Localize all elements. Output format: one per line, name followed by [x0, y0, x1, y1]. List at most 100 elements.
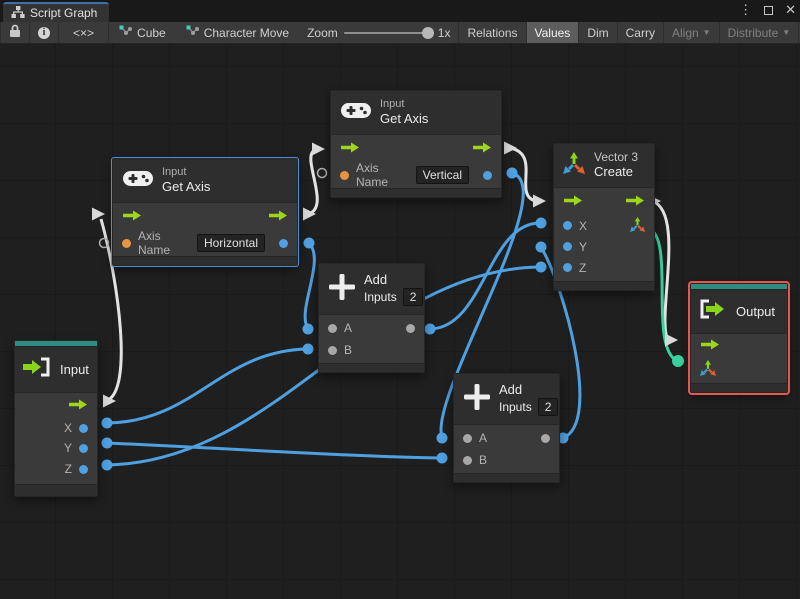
plus-icon: [329, 273, 355, 305]
chevron-down-icon: ▼: [782, 28, 791, 37]
port-label-a: A: [344, 321, 353, 335]
control-out-arrow-icon[interactable]: [472, 142, 492, 156]
relations-label: Relations: [467, 25, 518, 40]
control-in-arrow-icon[interactable]: [122, 210, 142, 224]
node-title: Add: [499, 382, 523, 397]
code-view-button[interactable]: <×>: [59, 22, 110, 43]
port-dot-b[interactable]: [328, 345, 337, 355]
wire-value-add1-to-vector3-x[interactable]: [429, 221, 541, 331]
vector3-in-port-icon[interactable]: [700, 359, 716, 379]
node-title: Get Axis: [380, 111, 429, 126]
port-connection-add1-b[interactable]: [302, 343, 314, 355]
wire-value-horizontal-to-add1-a[interactable]: [303, 241, 316, 329]
node-add-1[interactable]: Add Inputs 2 A B: [318, 263, 425, 373]
port-connection-add2-a[interactable]: [436, 432, 448, 444]
axis-name-input[interactable]: Horizontal: [196, 234, 265, 252]
distribute-dropdown[interactable]: Distribute ▼: [720, 22, 800, 43]
tab-script-graph[interactable]: Script Graph: [3, 2, 110, 22]
control-in-arrow-icon[interactable]: [563, 195, 583, 209]
breadcrumb-character-move[interactable]: Character Move: [176, 22, 299, 43]
zoom-slider-handle[interactable]: [421, 26, 434, 39]
port-label-y: Y: [579, 239, 588, 254]
port-dot-sum[interactable]: [541, 433, 550, 443]
port-dot-x[interactable]: [563, 221, 572, 230]
port-dot-a[interactable]: [463, 433, 472, 443]
inspect-button[interactable]: i: [30, 22, 59, 43]
axis-name-input[interactable]: Vertical: [415, 166, 469, 184]
node-graph-output[interactable]: Output: [688, 281, 790, 395]
port-dot-z[interactable]: [563, 263, 572, 272]
wire-value-input-y-to-add2-b[interactable]: [106, 441, 442, 460]
port-connection-input-y[interactable]: [101, 437, 113, 449]
node-footer: [331, 188, 501, 197]
node-footer: [691, 383, 787, 392]
control-in-arrowhead-vector3[interactable]: [533, 194, 546, 208]
inputs-count-input[interactable]: 2: [402, 288, 424, 306]
node-title: Create: [594, 164, 634, 179]
port-connection-input-z[interactable]: [101, 459, 113, 471]
dim-toggle[interactable]: Dim: [579, 22, 618, 43]
maximize-icon[interactable]: [764, 5, 774, 15]
port-connection-add2-b[interactable]: [436, 452, 448, 464]
control-out-arrow-icon[interactable]: [68, 399, 88, 413]
port-label-z: Z: [579, 260, 587, 275]
port-connection-vector3-x[interactable]: [535, 217, 547, 229]
port-dot-a[interactable]: [328, 323, 337, 333]
values-toggle[interactable]: Values: [526, 22, 580, 43]
node-title: Output: [736, 303, 776, 319]
axis-name-port-dot[interactable]: [122, 238, 131, 248]
port-connection-add1-out[interactable]: [424, 323, 436, 335]
port-connection-add1-a[interactable]: [302, 323, 314, 335]
graph-canvas[interactable]: Input Get Axis Axis Name Vertical Input …: [0, 44, 800, 599]
node-get-axis-horizontal[interactable]: Input Get Axis Axis Name Horizontal: [111, 157, 299, 267]
inputs-count-input[interactable]: 2: [537, 398, 559, 416]
port-dot-x[interactable]: [79, 423, 88, 433]
zoom-slider[interactable]: [343, 26, 434, 39]
port-connection-input-x[interactable]: [101, 417, 113, 429]
axis-name-port-dot[interactable]: [340, 170, 349, 180]
carry-toggle[interactable]: Carry: [618, 22, 664, 43]
align-dropdown[interactable]: Align ▼: [664, 22, 720, 43]
kebab-menu-icon[interactable]: ⋮: [739, 2, 752, 18]
tab-title: Script Graph: [30, 6, 98, 20]
port-connection-horizontal-out[interactable]: [303, 237, 315, 249]
node-vector3-create[interactable]: Vector 3 Create X Y Z: [553, 143, 655, 291]
node-graph-input[interactable]: Input X Y Z: [14, 340, 98, 497]
control-out-arrow-icon[interactable]: [625, 195, 645, 209]
node-get-axis-vertical[interactable]: Input Get Axis Axis Name Vertical: [330, 90, 502, 198]
port-dot-z[interactable]: [79, 464, 88, 474]
lock-button[interactable]: [0, 22, 30, 43]
control-in-arrow-icon[interactable]: [700, 339, 720, 353]
control-in-arrow-icon[interactable]: [340, 142, 360, 156]
node-add-2[interactable]: Add Inputs 2 A B: [453, 373, 560, 483]
port-connection-vertical-out[interactable]: [506, 167, 518, 179]
control-out-arrow-icon[interactable]: [268, 210, 288, 224]
gamepad-icon: [341, 101, 371, 125]
vector3-icon: [563, 152, 585, 179]
wire-value-input-x-to-add1-b[interactable]: [106, 347, 308, 425]
lock-icon: [9, 24, 21, 41]
control-in-arrowhead-output[interactable]: [665, 333, 678, 347]
wire-control-getaxis-horizontal-to-getaxis-vertical[interactable]: [307, 148, 319, 216]
vector3-out-port-icon[interactable]: [630, 216, 645, 235]
port-unconnected-vertical-axisname[interactable]: [316, 167, 328, 179]
breadcrumb-cube[interactable]: Cube: [109, 22, 176, 43]
axis-out-port-dot[interactable]: [483, 170, 492, 180]
port-dot-sum[interactable]: [406, 323, 415, 333]
control-in-arrowhead-getaxis-horizontal[interactable]: [92, 207, 105, 221]
inputs-label: Inputs: [499, 400, 532, 414]
close-icon[interactable]: ✕: [785, 2, 796, 18]
port-dot-y[interactable]: [563, 242, 572, 251]
port-connection-vector3-z[interactable]: [535, 261, 547, 273]
port-connection-vector3-y[interactable]: [535, 241, 547, 253]
node-title: Get Axis: [162, 179, 211, 194]
control-in-arrowhead-getaxis-vertical[interactable]: [312, 142, 325, 156]
values-label: Values: [534, 25, 571, 40]
port-connection-output-value[interactable]: [672, 355, 684, 367]
port-label-x: X: [63, 421, 72, 435]
port-dot-b[interactable]: [463, 455, 472, 465]
control-out-arrowhead-getaxis-vertical[interactable]: [504, 141, 517, 155]
axis-out-port-dot[interactable]: [279, 238, 288, 248]
port-dot-y[interactable]: [79, 443, 88, 453]
relations-toggle[interactable]: Relations: [458, 22, 527, 43]
